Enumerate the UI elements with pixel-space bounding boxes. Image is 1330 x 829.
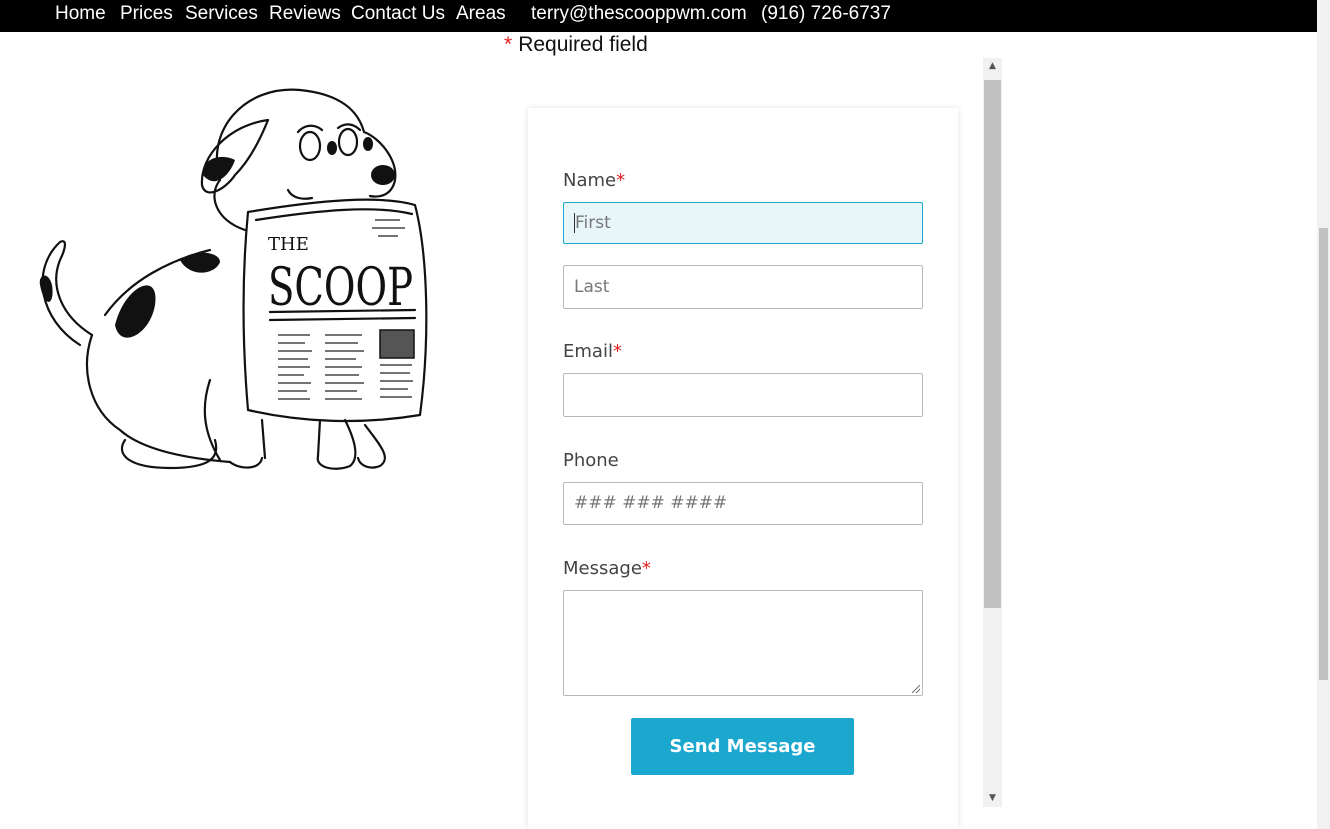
last-name-input[interactable]: Last xyxy=(563,265,923,309)
logo-text-the: THE xyxy=(268,234,309,255)
email-label-text: Email xyxy=(563,341,613,362)
message-textarea[interactable] xyxy=(563,590,923,696)
first-name-input[interactable]: First xyxy=(563,202,923,244)
email-required-mark: * xyxy=(612,341,622,362)
required-field-note: * Required field xyxy=(504,33,648,57)
scroll-down-arrow-icon[interactable]: ▼ xyxy=(983,790,1002,807)
name-required-mark: * xyxy=(616,170,626,191)
page-scrollbar-thumb[interactable] xyxy=(1319,228,1328,680)
message-label: Message* xyxy=(563,558,651,579)
nav-reviews[interactable]: Reviews xyxy=(269,3,341,25)
page-scrollbar[interactable] xyxy=(1317,0,1330,829)
logo-text-scoop: SCOOP xyxy=(268,258,413,318)
scroll-up-arrow-icon[interactable]: ▲ xyxy=(983,58,1002,75)
last-name-placeholder: Last xyxy=(574,277,610,297)
send-message-button[interactable]: Send Message xyxy=(631,718,854,775)
message-label-text: Message xyxy=(563,558,642,579)
nav-phone-link[interactable]: (916) 726-6737 xyxy=(761,3,891,25)
nav-email-link[interactable]: terry@thescooppwm.com xyxy=(531,3,747,25)
phone-label: Phone xyxy=(563,450,619,471)
required-field-text: Required field xyxy=(518,33,648,56)
email-input[interactable] xyxy=(563,373,923,417)
name-label-text: Name xyxy=(563,170,617,191)
nav-home[interactable]: Home xyxy=(55,3,106,25)
top-nav: Home Prices Services Reviews Contact Us … xyxy=(0,0,1317,32)
phone-input[interactable]: ### ### #### xyxy=(563,482,923,525)
form-frame-scrollbar-thumb[interactable] xyxy=(984,80,1001,608)
form-frame-scrollbar[interactable]: ▲ ▼ xyxy=(983,58,1002,807)
name-label: Name* xyxy=(563,170,625,191)
nav-areas[interactable]: Areas xyxy=(456,3,506,25)
first-name-placeholder: First xyxy=(575,213,611,233)
phone-label-text: Phone xyxy=(563,450,619,471)
phone-placeholder: ### ### #### xyxy=(574,493,728,513)
nav-prices[interactable]: Prices xyxy=(120,3,173,25)
message-required-mark: * xyxy=(641,558,651,579)
required-star: * xyxy=(504,33,513,56)
nav-services[interactable]: Services xyxy=(185,3,258,25)
email-label: Email* xyxy=(563,341,622,362)
resize-grip-icon[interactable] xyxy=(912,685,920,693)
nav-contact-us[interactable]: Contact Us xyxy=(351,3,445,25)
the-scoop-logo: THE SCOOP xyxy=(39,88,428,470)
